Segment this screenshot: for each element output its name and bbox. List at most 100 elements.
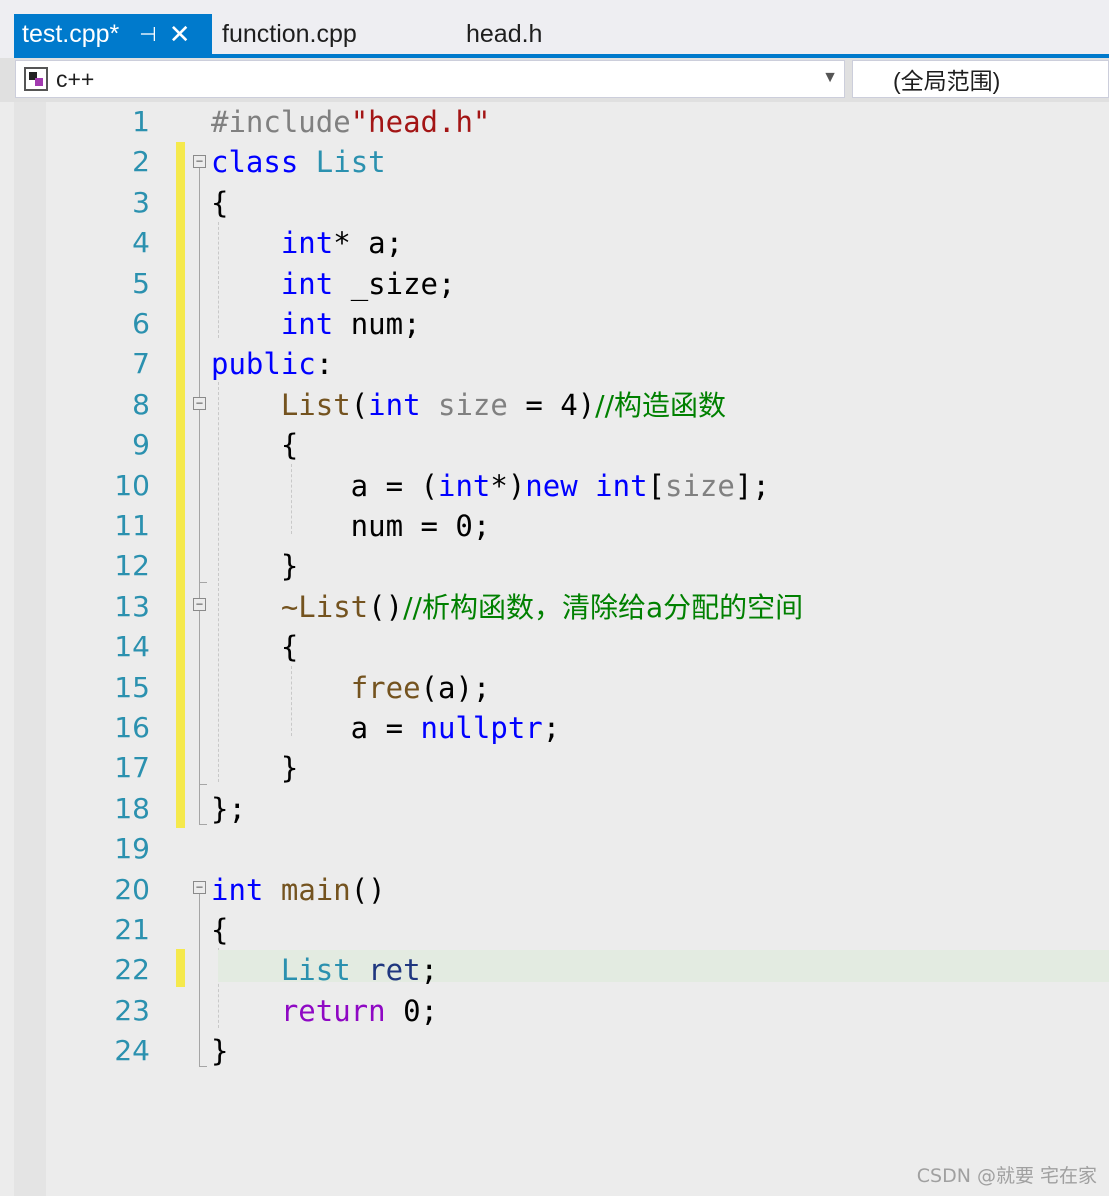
code-line[interactable]: 9 { [14,425,1109,465]
project-dropdown[interactable]: c++ ▼ [15,60,845,98]
code-token: //析构函数，清除给a分配的空间 [403,590,804,624]
code-token: { [211,428,299,463]
line-number: 4 [132,226,150,260]
code-text: a = (int*)new int[size]; [211,466,770,506]
code-text: } [211,1031,228,1071]
scope-dropdown[interactable]: (全局范围) [852,60,1109,98]
line-number: 18 [114,791,150,825]
code-line[interactable]: 14 { [14,627,1109,667]
code-line[interactable]: 4 int* a; [14,223,1109,263]
line-number: 6 [132,307,150,340]
code-token: : [315,347,334,382]
tab-label: test.cpp* [22,19,120,48]
code-line[interactable]: 8 List(int size = 4)//构造函数 [14,385,1109,425]
scope-name: (全局范围) [893,68,1001,94]
code-line[interactable]: 6 int num; [14,304,1109,344]
code-token: () [368,589,404,624]
code-token: size [438,387,508,422]
code-token: int [280,307,334,341]
code-token: size [665,468,735,503]
code-token: ; [420,953,439,988]
line-number: 20 [114,872,150,906]
code-token: List [280,953,351,988]
code-line[interactable]: 22 List ret; [14,950,1109,990]
code-text: { [211,627,298,667]
line-number: 21 [114,913,150,946]
code-line[interactable]: 5 int _size; [14,264,1109,304]
code-token: int [280,226,334,261]
code-token: a = [211,711,421,745]
code-line[interactable]: 10 a = (int*)new int[size]; [14,466,1109,506]
code-line[interactable]: 19 [14,829,1109,869]
line-number: 2 [132,145,150,179]
code-text: class List [211,142,386,182]
code-text: int main() [211,870,386,910]
code-token: List [315,145,386,180]
code-text: ~List()//析构函数，清除给a分配的空间 [211,587,803,628]
code-text: List ret; [211,950,438,990]
code-token: int [595,468,648,503]
code-line[interactable]: 12 } [14,546,1109,586]
code-line[interactable]: 18}; [14,789,1109,829]
code-text: public: [211,344,333,384]
code-token: return [280,993,386,1028]
code-token: new [525,468,578,503]
code-text: }; [211,789,246,829]
code-line[interactable]: 13 ~List()//析构函数，清除给a分配的空间 [14,587,1109,627]
code-text: return 0; [211,991,438,1031]
code-text: } [211,546,298,586]
line-number: 12 [114,549,150,583]
code-text: num = 0; [211,506,491,546]
code-token: * a; [333,226,404,261]
code-line[interactable]: 21 { [14,910,1109,950]
code-line[interactable]: 15 free(a); [14,668,1109,708]
dropdown-arrow-icon[interactable]: ▼ [822,69,838,87]
code-token: ( [350,387,369,422]
code-token: { [211,185,229,220]
code-token: 0; [385,993,438,1028]
line-number: 14 [114,630,150,664]
code-line[interactable]: 23 return 0; [14,991,1109,1031]
code-token: }; [211,791,246,826]
code-line[interactable]: 17 } [14,748,1109,788]
code-line[interactable]: 7 public: [14,344,1109,384]
code-text: free(a); [211,668,491,708]
code-text: int num; [211,304,421,344]
code-line[interactable]: 2 class List [14,142,1109,182]
code-token: num = 0; [211,509,491,543]
code-text: { [211,910,228,950]
code-token: "head.h" [350,105,491,139]
code-token: ret [368,953,421,988]
navigation-bar: c++ ▼ (全局范围) [0,58,1109,102]
project-name: c++ [56,65,95,92]
tab-test-cpp[interactable]: test.cpp* ⊣ ✕ [14,14,212,54]
code-token: int [437,468,491,503]
line-number: 24 [114,1034,150,1068]
line-number: 9 [132,428,150,462]
line-number: 13 [114,589,150,623]
code-line[interactable]: 20 int main() [14,870,1109,910]
code-token: = 4) [507,387,596,422]
code-token: main [280,872,351,907]
tab-head-h[interactable]: head.h [458,14,608,54]
line-number: 16 [114,711,150,744]
code-line[interactable]: 16 a = nullptr; [14,708,1109,748]
tab-label: head.h [466,19,543,48]
code-token: class [211,145,299,180]
code-token: ]; [734,468,770,503]
code-line[interactable]: 24} [14,1031,1109,1071]
code-line[interactable]: 11 num = 0; [14,506,1109,546]
code-line[interactable]: 3{ [14,183,1109,223]
close-icon[interactable]: ✕ [169,19,191,50]
code-line[interactable]: 1 #include"head.h" [14,102,1109,142]
code-editor[interactable]: − − − − 1 #include"head.h" 2 class List 3{4 … [14,102,1109,1196]
tab-function-cpp[interactable]: function.cpp [214,14,444,54]
code-text: List(int size = 4)//构造函数 [211,385,726,426]
pin-icon[interactable]: ⊣ [139,22,156,47]
